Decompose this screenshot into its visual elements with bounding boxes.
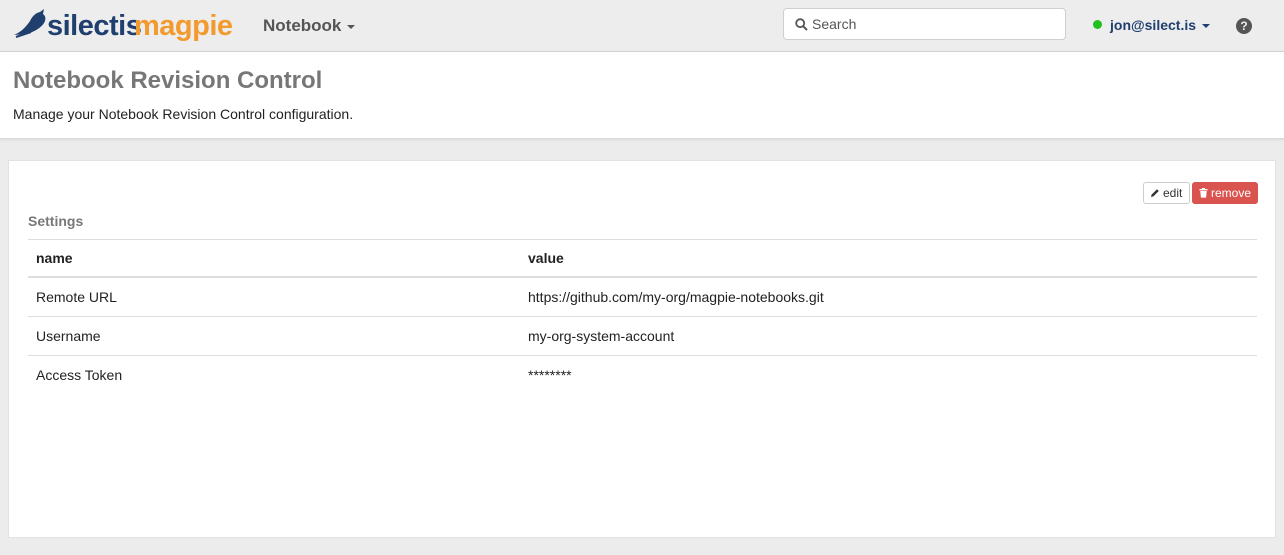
search-box [783, 8, 1066, 40]
pencil-icon [1151, 189, 1159, 197]
chevron-down-icon [1202, 24, 1211, 29]
setting-value: https://github.com/my-org/magpie-noteboo… [520, 276, 1257, 317]
setting-value: ******** [520, 355, 1257, 394]
top-navbar: silectis magpie Notebook jon@silect.is ? [0, 0, 1284, 52]
notebook-menu[interactable]: Notebook [263, 16, 356, 36]
table-row: Username my-org-system-account [28, 316, 1257, 356]
setting-name: Access Token [28, 355, 520, 394]
brand-name-primary: silectis [47, 10, 142, 42]
setting-name: Username [28, 316, 520, 356]
settings-table: name value Remote URL https://github.com… [28, 239, 1257, 394]
magpie-bird-icon [14, 9, 46, 38]
edit-button[interactable]: edit [1143, 182, 1190, 204]
table-row: Remote URL https://github.com/my-org/mag… [28, 276, 1257, 317]
remove-button[interactable]: remove [1192, 182, 1258, 204]
settings-title: Settings [28, 213, 84, 229]
page-header: Notebook Revision Control Manage your No… [0, 52, 1284, 139]
magpie-logo[interactable]: silectis magpie [13, 6, 243, 42]
column-header-name: name [28, 239, 520, 278]
settings-panel: edit remove Settings name value Remote U… [8, 160, 1276, 538]
table-row: Access Token ******** [28, 355, 1257, 394]
trash-icon [1199, 188, 1208, 198]
edit-button-label: edit [1163, 186, 1183, 200]
page-description: Manage your Notebook Revision Control co… [13, 106, 354, 122]
user-name: jon@silect.is [1110, 17, 1197, 33]
chevron-down-icon [347, 24, 356, 29]
remove-button-label: remove [1211, 186, 1252, 200]
setting-name: Remote URL [28, 276, 520, 317]
notebook-menu-label: Notebook [263, 16, 342, 35]
search-input[interactable] [812, 9, 1057, 39]
user-menu[interactable]: jon@silect.is [1093, 17, 1211, 33]
brand-name-secondary: magpie [134, 10, 233, 42]
column-header-value: value [520, 239, 1257, 278]
page-title: Notebook Revision Control [13, 67, 323, 94]
help-icon[interactable]: ? [1236, 18, 1252, 34]
table-header-row: name value [28, 239, 1257, 278]
search-icon [795, 18, 808, 31]
online-status-icon [1093, 20, 1102, 29]
setting-value: my-org-system-account [520, 316, 1257, 356]
